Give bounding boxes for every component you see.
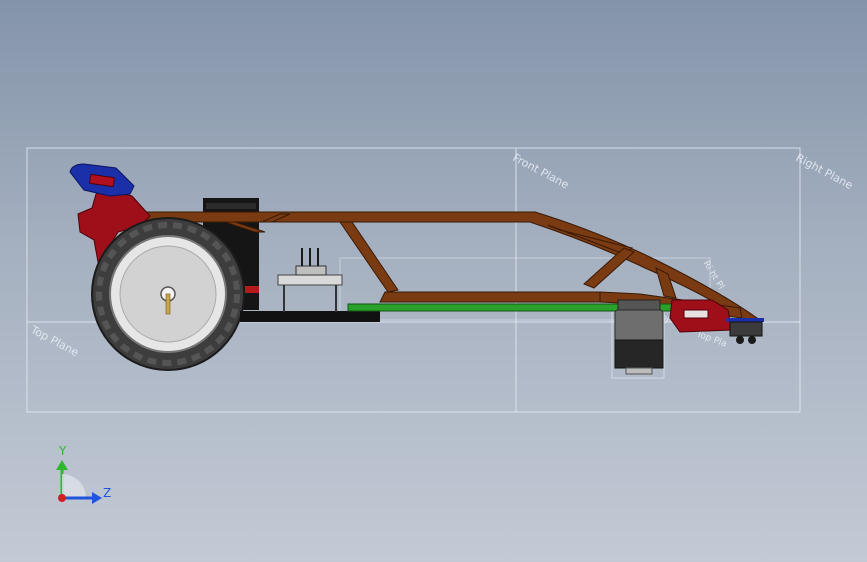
z-axis-label: Z (103, 486, 111, 500)
front-bumper-badge (683, 309, 709, 319)
z-axis-arrow (92, 492, 102, 504)
front-nose-base[interactable] (729, 321, 763, 337)
robot-car-model[interactable] (69, 163, 764, 375)
right-plane-label: Right Plane (794, 151, 856, 192)
cad-viewport[interactable]: Front Plane Right Plane Top Plane Front … (0, 0, 867, 562)
battery-block-highlight (206, 203, 256, 209)
bottom-plate[interactable] (240, 311, 380, 322)
sensor-board[interactable] (277, 248, 343, 312)
top-plane-small-label: Top Pla (694, 329, 728, 350)
origin-dot (58, 494, 66, 502)
rear-wheel[interactable] (91, 217, 245, 371)
frame-bottom-rail[interactable] (379, 291, 601, 303)
front-nose-plate[interactable] (726, 318, 764, 322)
rear-mount-red[interactable] (245, 286, 259, 293)
front-motor[interactable] (614, 299, 664, 375)
front-caster-1[interactable] (736, 336, 744, 344)
front-caster-2[interactable] (748, 336, 756, 344)
front-plane-label: Front Plane (511, 151, 572, 191)
top-plane-label: Top Plane (28, 323, 81, 360)
axis-triad: Y Z (56, 444, 111, 504)
triad-quarter-disc (62, 474, 86, 498)
y-axis-arrow (56, 460, 68, 470)
y-axis-label: Y (58, 444, 67, 458)
